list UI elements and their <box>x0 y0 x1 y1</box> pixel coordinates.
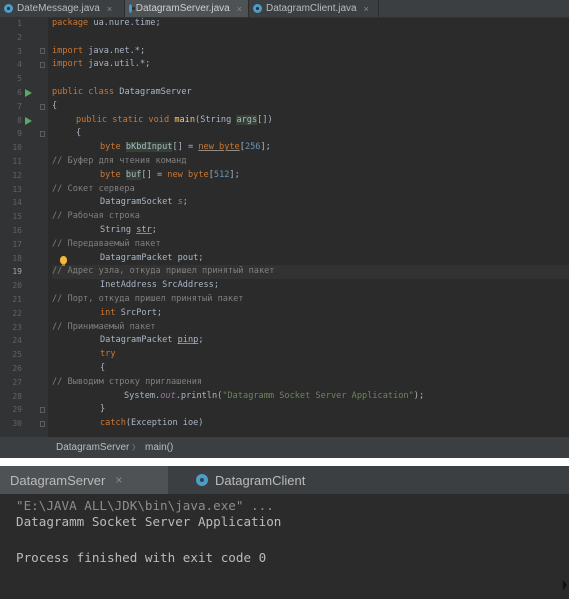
run-tab-label: DatagramClient <box>215 472 306 488</box>
code-line: DatagramSocket s; <box>100 197 188 208</box>
code-line: byte bKbdInput[] = new byte[256]; <box>100 142 271 153</box>
line-number: 17 <box>12 239 22 249</box>
line-number: 29 <box>12 405 22 415</box>
run-tab-bar: DatagramServer × DatagramClient <box>0 466 569 494</box>
run-tab-label: DatagramServer <box>10 472 106 488</box>
fold-marker-icon[interactable] <box>40 104 45 110</box>
code-comment: // Выводим строку приглашения <box>52 376 203 387</box>
line-number: 3 <box>17 46 22 56</box>
line-number: 18 <box>12 253 22 263</box>
tab-label: DateMessage.java <box>17 3 100 14</box>
breadcrumb-method[interactable]: main() <box>145 437 173 458</box>
mouse-cursor-icon <box>563 580 567 590</box>
line-number: 21 <box>12 295 22 304</box>
code-line: DatagramPacket pinp; <box>100 335 204 346</box>
java-class-icon <box>4 4 13 13</box>
line-number: 20 <box>12 281 22 291</box>
code-line: DatagramPacket pout; <box>100 252 204 263</box>
code-line: System.out.println("Datagramm Socket Ser… <box>124 390 425 401</box>
fold-marker-icon[interactable] <box>40 48 45 54</box>
chevron-right-icon: 〉 <box>132 443 140 452</box>
code-line: String str; <box>100 225 157 235</box>
line-number: 8 <box>17 115 22 125</box>
tab-datagramclient[interactable]: DatagramClient.java × <box>249 0 379 17</box>
code-line: catch(Exception ioe) <box>100 418 204 429</box>
line-number: 25 <box>12 350 22 360</box>
java-class-icon <box>129 4 135 13</box>
breadcrumb-class[interactable]: DatagramServer <box>56 437 129 458</box>
tab-label: DatagramClient.java <box>266 3 357 14</box>
close-icon[interactable]: × <box>237 4 242 14</box>
run-console-panel: DatagramServer × DatagramClient "E:\JAVA… <box>0 466 569 599</box>
code-comment: // Сокет сервера <box>52 183 135 194</box>
code-line: } <box>100 404 106 415</box>
java-class-icon <box>253 4 262 13</box>
code-line: public class DatagramServer <box>52 87 192 97</box>
line-number: 10 <box>12 143 22 153</box>
line-number: 11 <box>12 157 22 166</box>
code-editor-panel: DateMessage.java × DatagramServer.java ×… <box>0 0 569 458</box>
close-icon[interactable]: × <box>115 473 122 487</box>
console-output-line: Datagramm Socket Server Application <box>16 514 282 529</box>
editor-tab-bar: DateMessage.java × DatagramServer.java ×… <box>0 0 569 18</box>
fold-marker-icon[interactable] <box>40 407 45 413</box>
code-comment: // Принимаемый пакет <box>52 321 156 332</box>
line-number: 16 <box>12 226 22 235</box>
code-comment: // Буфер для чтения команд <box>52 156 187 166</box>
line-number: 28 <box>12 391 22 401</box>
line-number: 12 <box>12 170 22 180</box>
fold-marker-icon[interactable] <box>40 131 45 137</box>
editor-gutter[interactable]: 1 2 3 4 5 6 7 8 9 10 11 12 13 14 15 16 1… <box>0 17 48 437</box>
fold-marker-icon[interactable] <box>40 62 45 68</box>
line-number: 6 <box>17 88 22 97</box>
console-command-line: "E:\JAVA ALL\JDK\bin\java.exe" ... <box>16 498 274 513</box>
line-number: 27 <box>12 377 22 387</box>
close-icon[interactable]: × <box>107 4 112 14</box>
code-area[interactable]: package ua.nure.time; import java.net.*;… <box>52 17 569 437</box>
code-line: { <box>76 128 82 139</box>
code-line: package ua.nure.time; <box>52 18 161 28</box>
breadcrumb: DatagramServer 〉 main() <box>0 437 569 458</box>
line-number: 14 <box>12 198 22 208</box>
line-number: 19 <box>12 267 22 277</box>
run-main-icon[interactable] <box>25 117 32 125</box>
line-number: 4 <box>17 60 22 70</box>
code-line: int SrcPort; <box>100 307 163 318</box>
code-comment: // Рабочая строка <box>52 211 140 222</box>
line-number: 23 <box>12 322 22 332</box>
close-icon[interactable]: × <box>364 4 369 14</box>
line-number: 9 <box>17 129 22 139</box>
code-line: byte buf[] = new byte[512]; <box>100 169 240 180</box>
code-line: import java.net.*; <box>52 45 146 56</box>
line-number: 5 <box>17 74 22 84</box>
line-number: 13 <box>12 184 22 194</box>
code-comment: // Передаваемый пакет <box>52 238 161 249</box>
code-line: try <box>100 349 116 360</box>
code-line: public static void main(String args[]) <box>76 114 273 125</box>
line-number: 2 <box>17 32 22 42</box>
run-tab-datagramserver[interactable]: DatagramServer × <box>0 466 168 494</box>
line-number: 1 <box>17 19 22 28</box>
line-number: 30 <box>12 419 22 429</box>
code-line: { <box>100 363 106 373</box>
line-number: 15 <box>12 212 22 222</box>
line-number: 7 <box>17 101 22 111</box>
line-number: 26 <box>12 364 22 373</box>
tab-label: DatagramServer.java <box>135 3 230 14</box>
line-number: 24 <box>12 336 22 346</box>
java-class-icon <box>196 474 208 486</box>
fold-marker-icon[interactable] <box>40 421 45 427</box>
tab-datemessage[interactable]: DateMessage.java × <box>0 0 125 17</box>
code-line: InetAddress SrcAddress; <box>100 280 219 291</box>
line-number: 22 <box>12 308 22 318</box>
lightbulb-icon[interactable] <box>60 256 67 266</box>
tab-datagramserver[interactable]: DatagramServer.java × <box>125 0 249 17</box>
console-exit-line: Process finished with exit code 0 <box>16 550 267 565</box>
code-line: import java.util.*; <box>52 59 151 70</box>
current-line: // Адрес узла, откуда пришел принятый па… <box>52 265 569 280</box>
code-line: { <box>52 100 58 111</box>
run-class-icon[interactable] <box>25 89 32 97</box>
code-comment: // Порт, откуда пришел принятый пакет <box>52 294 244 304</box>
run-tab-datagramclient[interactable]: DatagramClient <box>168 466 338 494</box>
